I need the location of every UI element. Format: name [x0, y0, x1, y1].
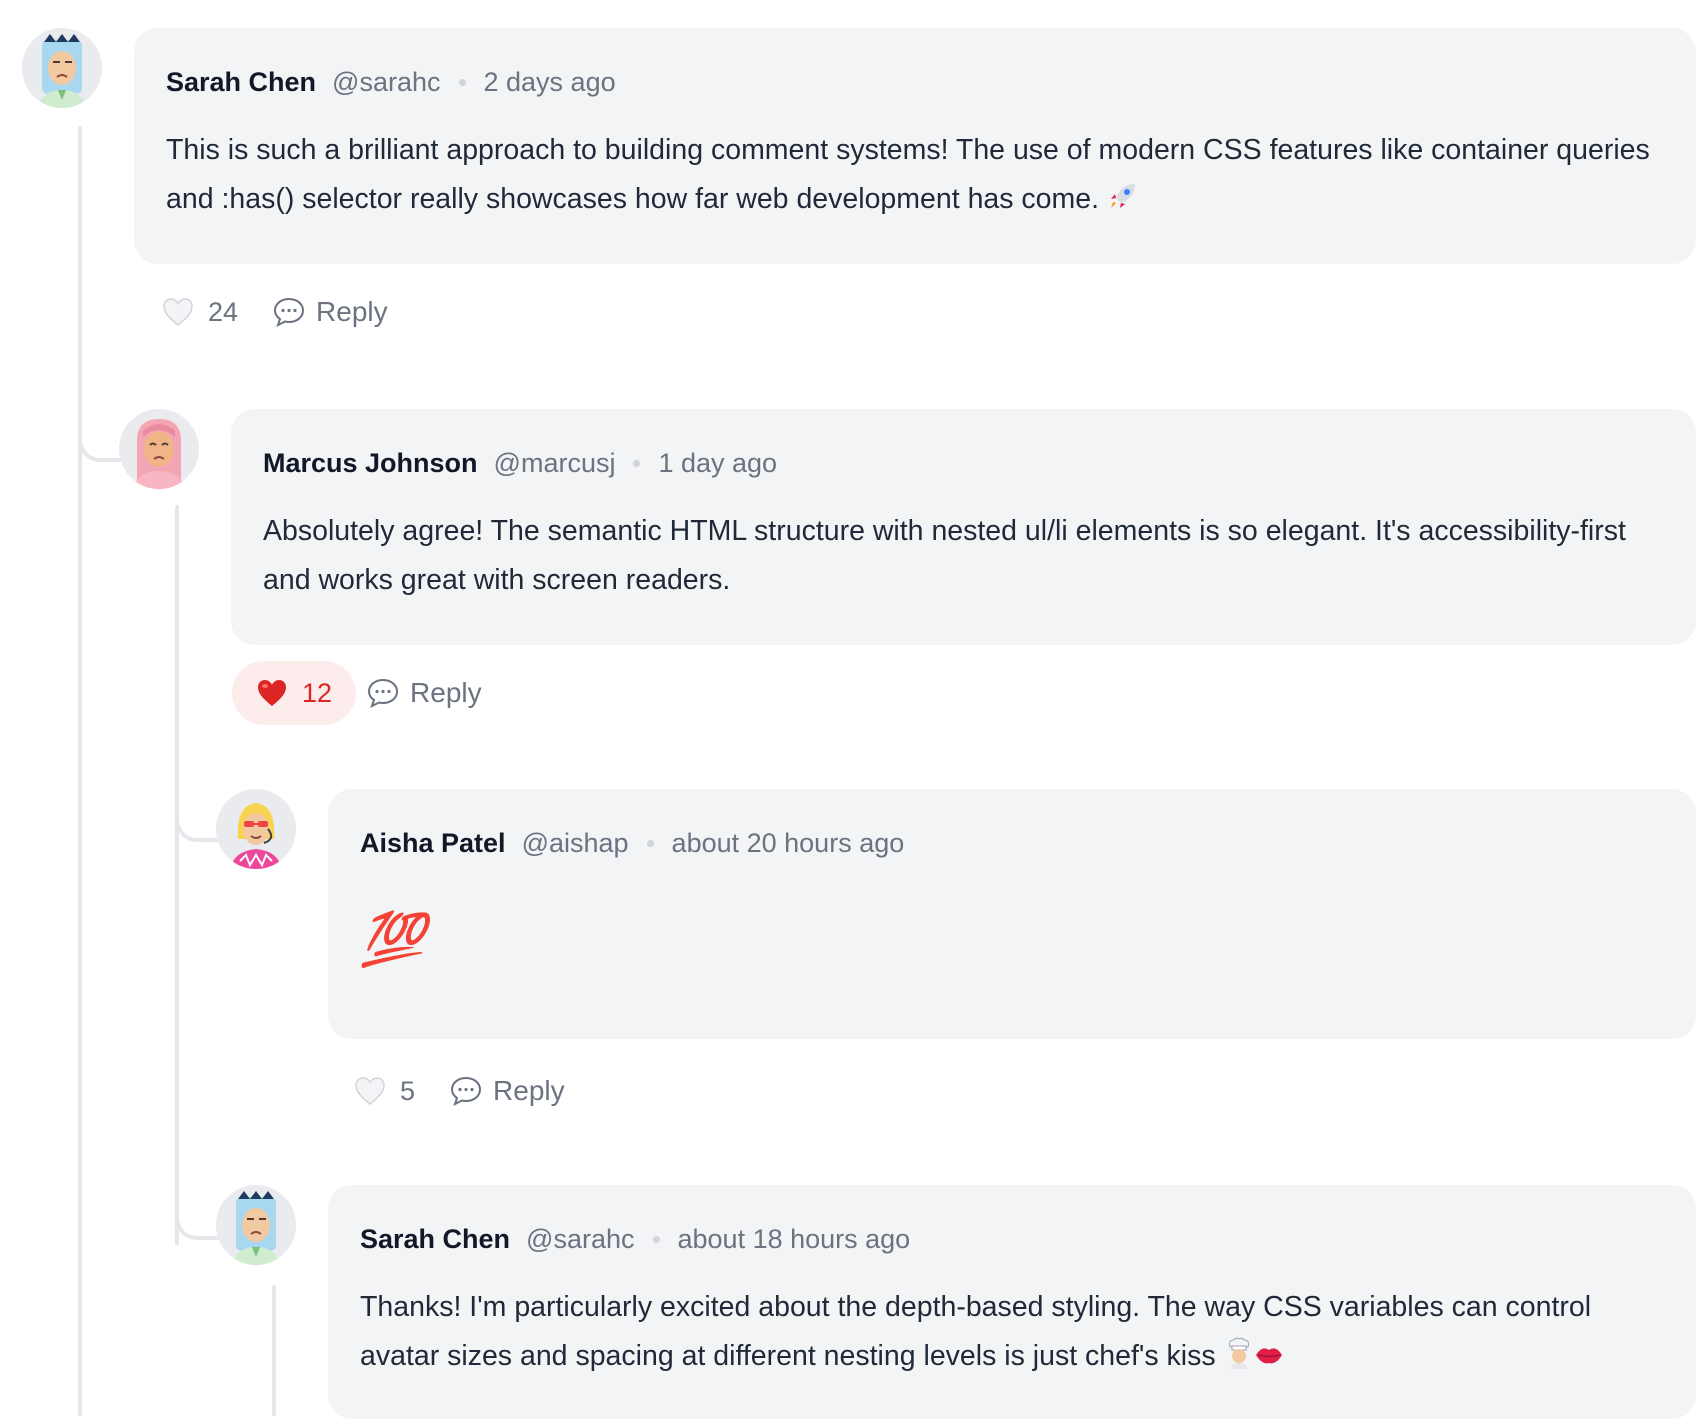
- timestamp: 1 day ago: [658, 448, 778, 478]
- hundred-points-emoji: 💯: [360, 911, 425, 969]
- thread-connector: [175, 760, 221, 842]
- author-name[interactable]: Sarah Chen: [360, 1221, 510, 1257]
- comment-actions: 24 Reply: [138, 280, 388, 344]
- reply-label: Reply: [493, 1075, 565, 1106]
- thread-line-level-2: [175, 505, 179, 1245]
- like-count: 5: [400, 1075, 416, 1106]
- reply-button[interactable]: Reply: [449, 1075, 565, 1107]
- author-name[interactable]: Aisha Patel: [360, 825, 506, 861]
- heart-outline-icon: [355, 1077, 385, 1105]
- avatar[interactable]: [119, 409, 199, 489]
- sarah-avatar-icon: [216, 1185, 296, 1265]
- author-handle[interactable]: @aishap: [522, 825, 629, 861]
- chef-emoji-icon: [1228, 1337, 1249, 1369]
- speech-bubble-icon: [274, 297, 305, 327]
- sarah-avatar-icon: [22, 28, 102, 108]
- kiss-lips-emoji-icon: [1255, 1348, 1282, 1364]
- avatar[interactable]: [216, 789, 296, 869]
- timestamp: 2 days ago: [483, 67, 616, 97]
- marcus-avatar-icon: [119, 409, 199, 489]
- timestamp: about 18 hours ago: [677, 1224, 911, 1254]
- comment-bubble: Marcus Johnson @marcusj 1 day ago Absolu…: [231, 409, 1696, 645]
- like-count: 12: [302, 677, 333, 708]
- avatar[interactable]: [216, 1185, 296, 1265]
- comment-meta: Aisha Patel @aishap about 20 hours ago: [360, 825, 1664, 861]
- speech-bubble-icon: [368, 678, 399, 708]
- like-button[interactable]: 5: [330, 1059, 439, 1123]
- author-name[interactable]: Sarah Chen: [166, 64, 316, 100]
- reply-button[interactable]: Reply: [272, 296, 388, 328]
- like-count: 24: [208, 296, 239, 327]
- author-handle[interactable]: @marcusj: [494, 445, 616, 481]
- comment-thread: Sarah Chen @sarahc 2 days ago This is su…: [0, 0, 1708, 1419]
- avatar[interactable]: [22, 28, 102, 108]
- separator-dot: [458, 78, 466, 86]
- author-name[interactable]: Marcus Johnson: [263, 445, 478, 481]
- heart-filled-icon: [258, 680, 286, 706]
- speech-bubble-icon: [451, 1076, 482, 1106]
- separator-dot: [633, 459, 641, 467]
- reply-button[interactable]: Reply: [366, 677, 482, 709]
- comment-meta: Sarah Chen @sarahc about 18 hours ago: [360, 1221, 1664, 1257]
- thread-connector: [175, 1150, 221, 1240]
- comment-bubble: Sarah Chen @sarahc about 18 hours ago Th…: [328, 1185, 1696, 1419]
- heart-outline-icon: [163, 298, 193, 326]
- separator-dot: [652, 1235, 660, 1243]
- comment-body: This is such a brilliant approach to bui…: [166, 134, 1650, 215]
- comment-bubble: Aisha Patel @aishap about 20 hours ago 💯: [328, 789, 1696, 1039]
- comment-meta: Marcus Johnson @marcusj 1 day ago: [263, 445, 1664, 481]
- like-button[interactable]: 12: [232, 661, 357, 725]
- reply-label: Reply: [410, 677, 482, 708]
- comment-actions: 12 Reply: [232, 661, 482, 725]
- thread-line-level-1: [78, 126, 82, 1416]
- thread-connector: [78, 380, 124, 462]
- comment-actions: 5 Reply: [330, 1059, 565, 1123]
- rocket-emoji-icon: [1110, 184, 1135, 208]
- reply-label: Reply: [316, 296, 388, 327]
- like-button[interactable]: 24: [138, 280, 262, 344]
- comment-text: Thanks! I'm particularly excited about t…: [360, 1283, 1664, 1381]
- timestamp: about 20 hours ago: [671, 828, 905, 858]
- comment-body: Absolutely agree! The semantic HTML stru…: [263, 515, 1626, 596]
- author-handle[interactable]: @sarahc: [332, 64, 440, 100]
- author-handle[interactable]: @sarahc: [526, 1221, 634, 1257]
- comment-meta: Sarah Chen @sarahc 2 days ago: [166, 64, 1664, 100]
- separator-dot: [646, 839, 654, 847]
- comment-text: Absolutely agree! The semantic HTML stru…: [263, 507, 1664, 605]
- aisha-avatar-icon: [216, 789, 296, 869]
- comment-text: This is such a brilliant approach to bui…: [166, 126, 1664, 224]
- thread-line-level-3: [272, 1285, 276, 1416]
- comment-bubble: Sarah Chen @sarahc 2 days ago This is su…: [134, 28, 1696, 264]
- comment-body: Thanks! I'm particularly excited about t…: [360, 1291, 1592, 1372]
